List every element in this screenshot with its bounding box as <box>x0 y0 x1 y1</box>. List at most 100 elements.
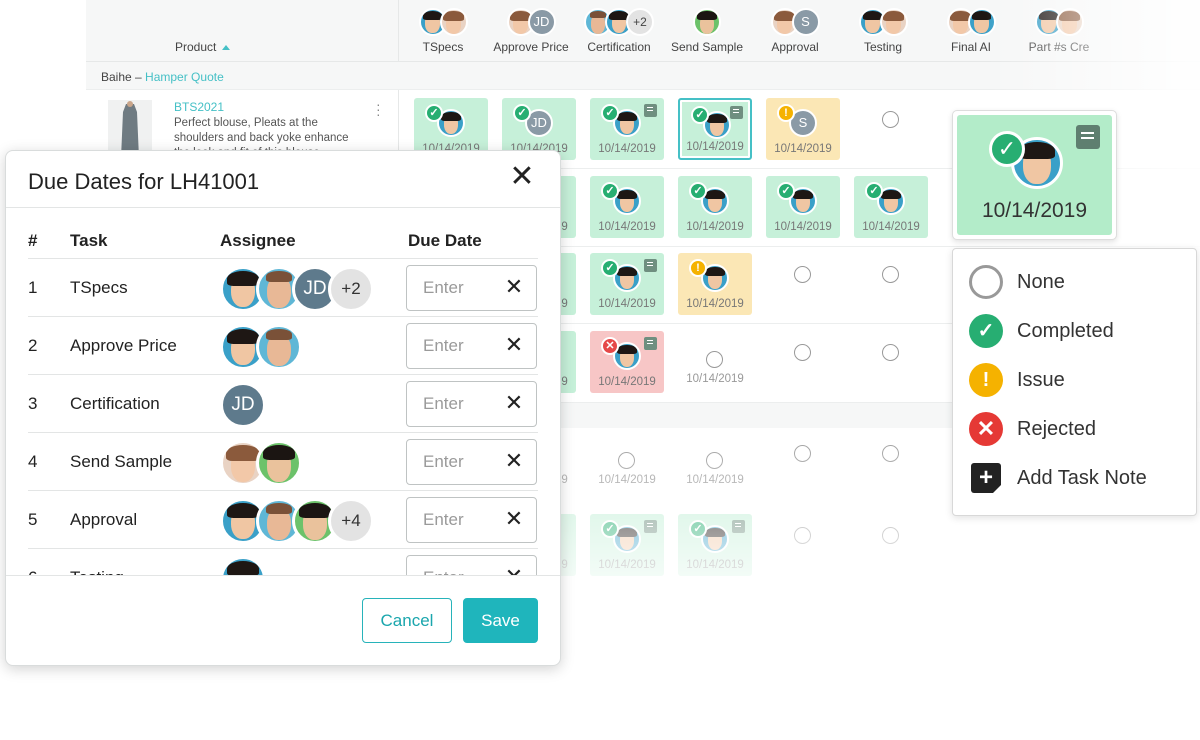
task-cell[interactable]: ✓ 10/14/2019 <box>678 176 752 238</box>
status-none-icon[interactable] <box>794 344 811 361</box>
status-none-icon[interactable] <box>794 445 811 462</box>
clear-icon[interactable]: ✕ <box>503 392 525 414</box>
task-column-header[interactable]: Testing <box>839 0 927 62</box>
note-icon[interactable] <box>644 337 657 350</box>
exclamation-icon: ! <box>777 104 795 122</box>
selected-task-card[interactable]: ✓ 10/14/2019 <box>952 110 1117 240</box>
check-icon: ✓ <box>425 104 443 122</box>
save-button[interactable]: Save <box>463 598 538 643</box>
close-icon[interactable]: ✕ <box>509 162 535 192</box>
status-none-icon[interactable] <box>882 266 899 283</box>
status-option-comp[interactable]: ✓ Completed <box>969 312 1189 352</box>
clear-icon[interactable]: ✕ <box>503 508 525 530</box>
group-row: Baihe – Hamper Quote <box>86 62 1200 90</box>
assignee-avatars[interactable]: JD <box>220 382 266 428</box>
task-cell[interactable]: ✓ 10/14/2019 <box>590 98 664 160</box>
sort-ascending-icon[interactable] <box>222 45 231 51</box>
due-date-input[interactable] <box>408 325 498 367</box>
note-icon[interactable] <box>644 259 657 272</box>
check-icon: ✓ <box>989 131 1025 167</box>
status-none-icon[interactable] <box>882 527 899 544</box>
status-option-note[interactable]: + Add Task Note <box>969 459 1189 499</box>
due-date-field[interactable]: ✕ <box>406 497 537 543</box>
task-cell[interactable]: ✓ 10/14/2019 <box>590 514 664 576</box>
due-date-field[interactable]: ✕ <box>406 381 537 427</box>
assignee-avatars[interactable] <box>220 324 302 370</box>
status-option-issue[interactable]: ! Issue <box>969 361 1189 401</box>
status-none-icon[interactable] <box>882 344 899 361</box>
column-assignees <box>663 8 751 38</box>
column-assignees <box>927 8 1015 38</box>
assignee-avatars[interactable] <box>220 556 266 576</box>
note-icon[interactable] <box>644 520 657 533</box>
exclamation-circle-icon: ! <box>969 363 1003 397</box>
check-icon: ✓ <box>601 104 619 122</box>
assignee-avatars[interactable] <box>220 440 302 486</box>
row-number: 2 <box>28 336 38 355</box>
task-column-header[interactable]: +2 Certification <box>575 0 663 62</box>
status-none-icon[interactable] <box>618 452 635 469</box>
avatar: +4 <box>328 498 374 544</box>
group-link[interactable]: Hamper Quote <box>145 70 224 84</box>
cancel-button[interactable]: Cancel <box>362 598 452 643</box>
avatar <box>967 8 996 36</box>
due-date-input[interactable] <box>408 499 498 541</box>
task-cell[interactable]: ✓ 10/14/2019 <box>678 514 752 576</box>
due-date-field[interactable]: ✕ <box>406 555 537 576</box>
note-icon[interactable] <box>644 104 657 117</box>
due-date-field[interactable]: ✕ <box>406 323 537 369</box>
status-none-icon[interactable] <box>706 351 723 368</box>
product-column-header[interactable]: Product <box>86 0 399 62</box>
due-date-field[interactable]: ✕ <box>406 265 537 311</box>
due-dates-dialog: Due Dates for LH41001 ✕ # Task Assignee … <box>5 150 561 666</box>
due-date-input[interactable] <box>408 557 498 576</box>
status-none-icon[interactable] <box>706 452 723 469</box>
column-label: Final AI <box>950 40 992 54</box>
assignee-avatars[interactable]: JD +2 <box>220 266 374 312</box>
assignee-avatars[interactable]: +4 <box>220 498 374 544</box>
status-none-icon[interactable] <box>794 266 811 283</box>
task-board-screen: Product TSpecs JD Approve Price +2 Certifica… <box>0 0 1200 740</box>
task-column-header[interactable]: Final AI <box>927 0 1015 62</box>
due-date-field[interactable]: ✕ <box>406 439 537 485</box>
kebab-icon[interactable]: · · · <box>376 97 381 121</box>
product-code[interactable]: BTS2021 <box>174 100 224 114</box>
column-assignees <box>399 8 487 38</box>
clear-icon[interactable]: ✕ <box>503 334 525 356</box>
task-cell[interactable]: ✓ 10/14/2019 <box>590 176 664 238</box>
check-icon: ✓ <box>601 520 619 538</box>
task-cell[interactable]: ✓ 10/14/2019 <box>590 253 664 315</box>
note-icon[interactable] <box>730 106 743 119</box>
due-date-input[interactable] <box>408 383 498 425</box>
task-name: Approval <box>70 510 138 529</box>
note-icon[interactable] <box>732 520 745 533</box>
task-cell[interactable]: ✓ 10/14/2019 <box>854 176 928 238</box>
status-menu: None ✓ Completed ! Issue ✕ Rejected + Add Task N… <box>952 248 1197 516</box>
task-date: 10/14/2019 <box>774 143 832 155</box>
task-cell[interactable]: ! 10/14/2019 <box>678 253 752 315</box>
status-none-icon[interactable] <box>794 527 811 544</box>
task-column-header[interactable]: TSpecs <box>399 0 487 62</box>
task-column-header[interactable]: Send Sample <box>663 0 751 62</box>
task-date: 10/14/2019 <box>598 376 656 388</box>
avatar <box>1055 8 1084 36</box>
due-date-input[interactable] <box>408 441 498 483</box>
task-column-header[interactable]: Part #s Cre <box>1015 0 1103 62</box>
column-assignees: JD <box>487 8 575 38</box>
note-icon[interactable] <box>1076 125 1100 149</box>
task-cell[interactable]: ✓ 10/14/2019 <box>678 98 752 160</box>
clear-icon[interactable]: ✕ <box>503 276 525 298</box>
due-date-input[interactable] <box>408 267 498 309</box>
clear-icon[interactable]: ✕ <box>503 450 525 472</box>
due-date-rows[interactable]: 1TSpecsJD+2✕2Approve Price✕3Certificatio… <box>6 258 560 576</box>
task-cell[interactable]: ✓ 10/14/2019 <box>766 176 840 238</box>
status-option-rej[interactable]: ✕ Rejected <box>969 410 1189 450</box>
table-row: 6Testing✕ <box>28 548 538 576</box>
task-column-header[interactable]: S Approval <box>751 0 839 62</box>
status-option-none[interactable]: None <box>969 263 1189 303</box>
task-cell[interactable]: ✕ 10/14/2019 <box>590 331 664 393</box>
status-none-icon[interactable] <box>882 445 899 462</box>
task-cell[interactable]: S! 10/14/2019 <box>766 98 840 160</box>
task-column-header[interactable]: JD Approve Price <box>487 0 575 62</box>
status-none-icon[interactable] <box>882 111 899 128</box>
